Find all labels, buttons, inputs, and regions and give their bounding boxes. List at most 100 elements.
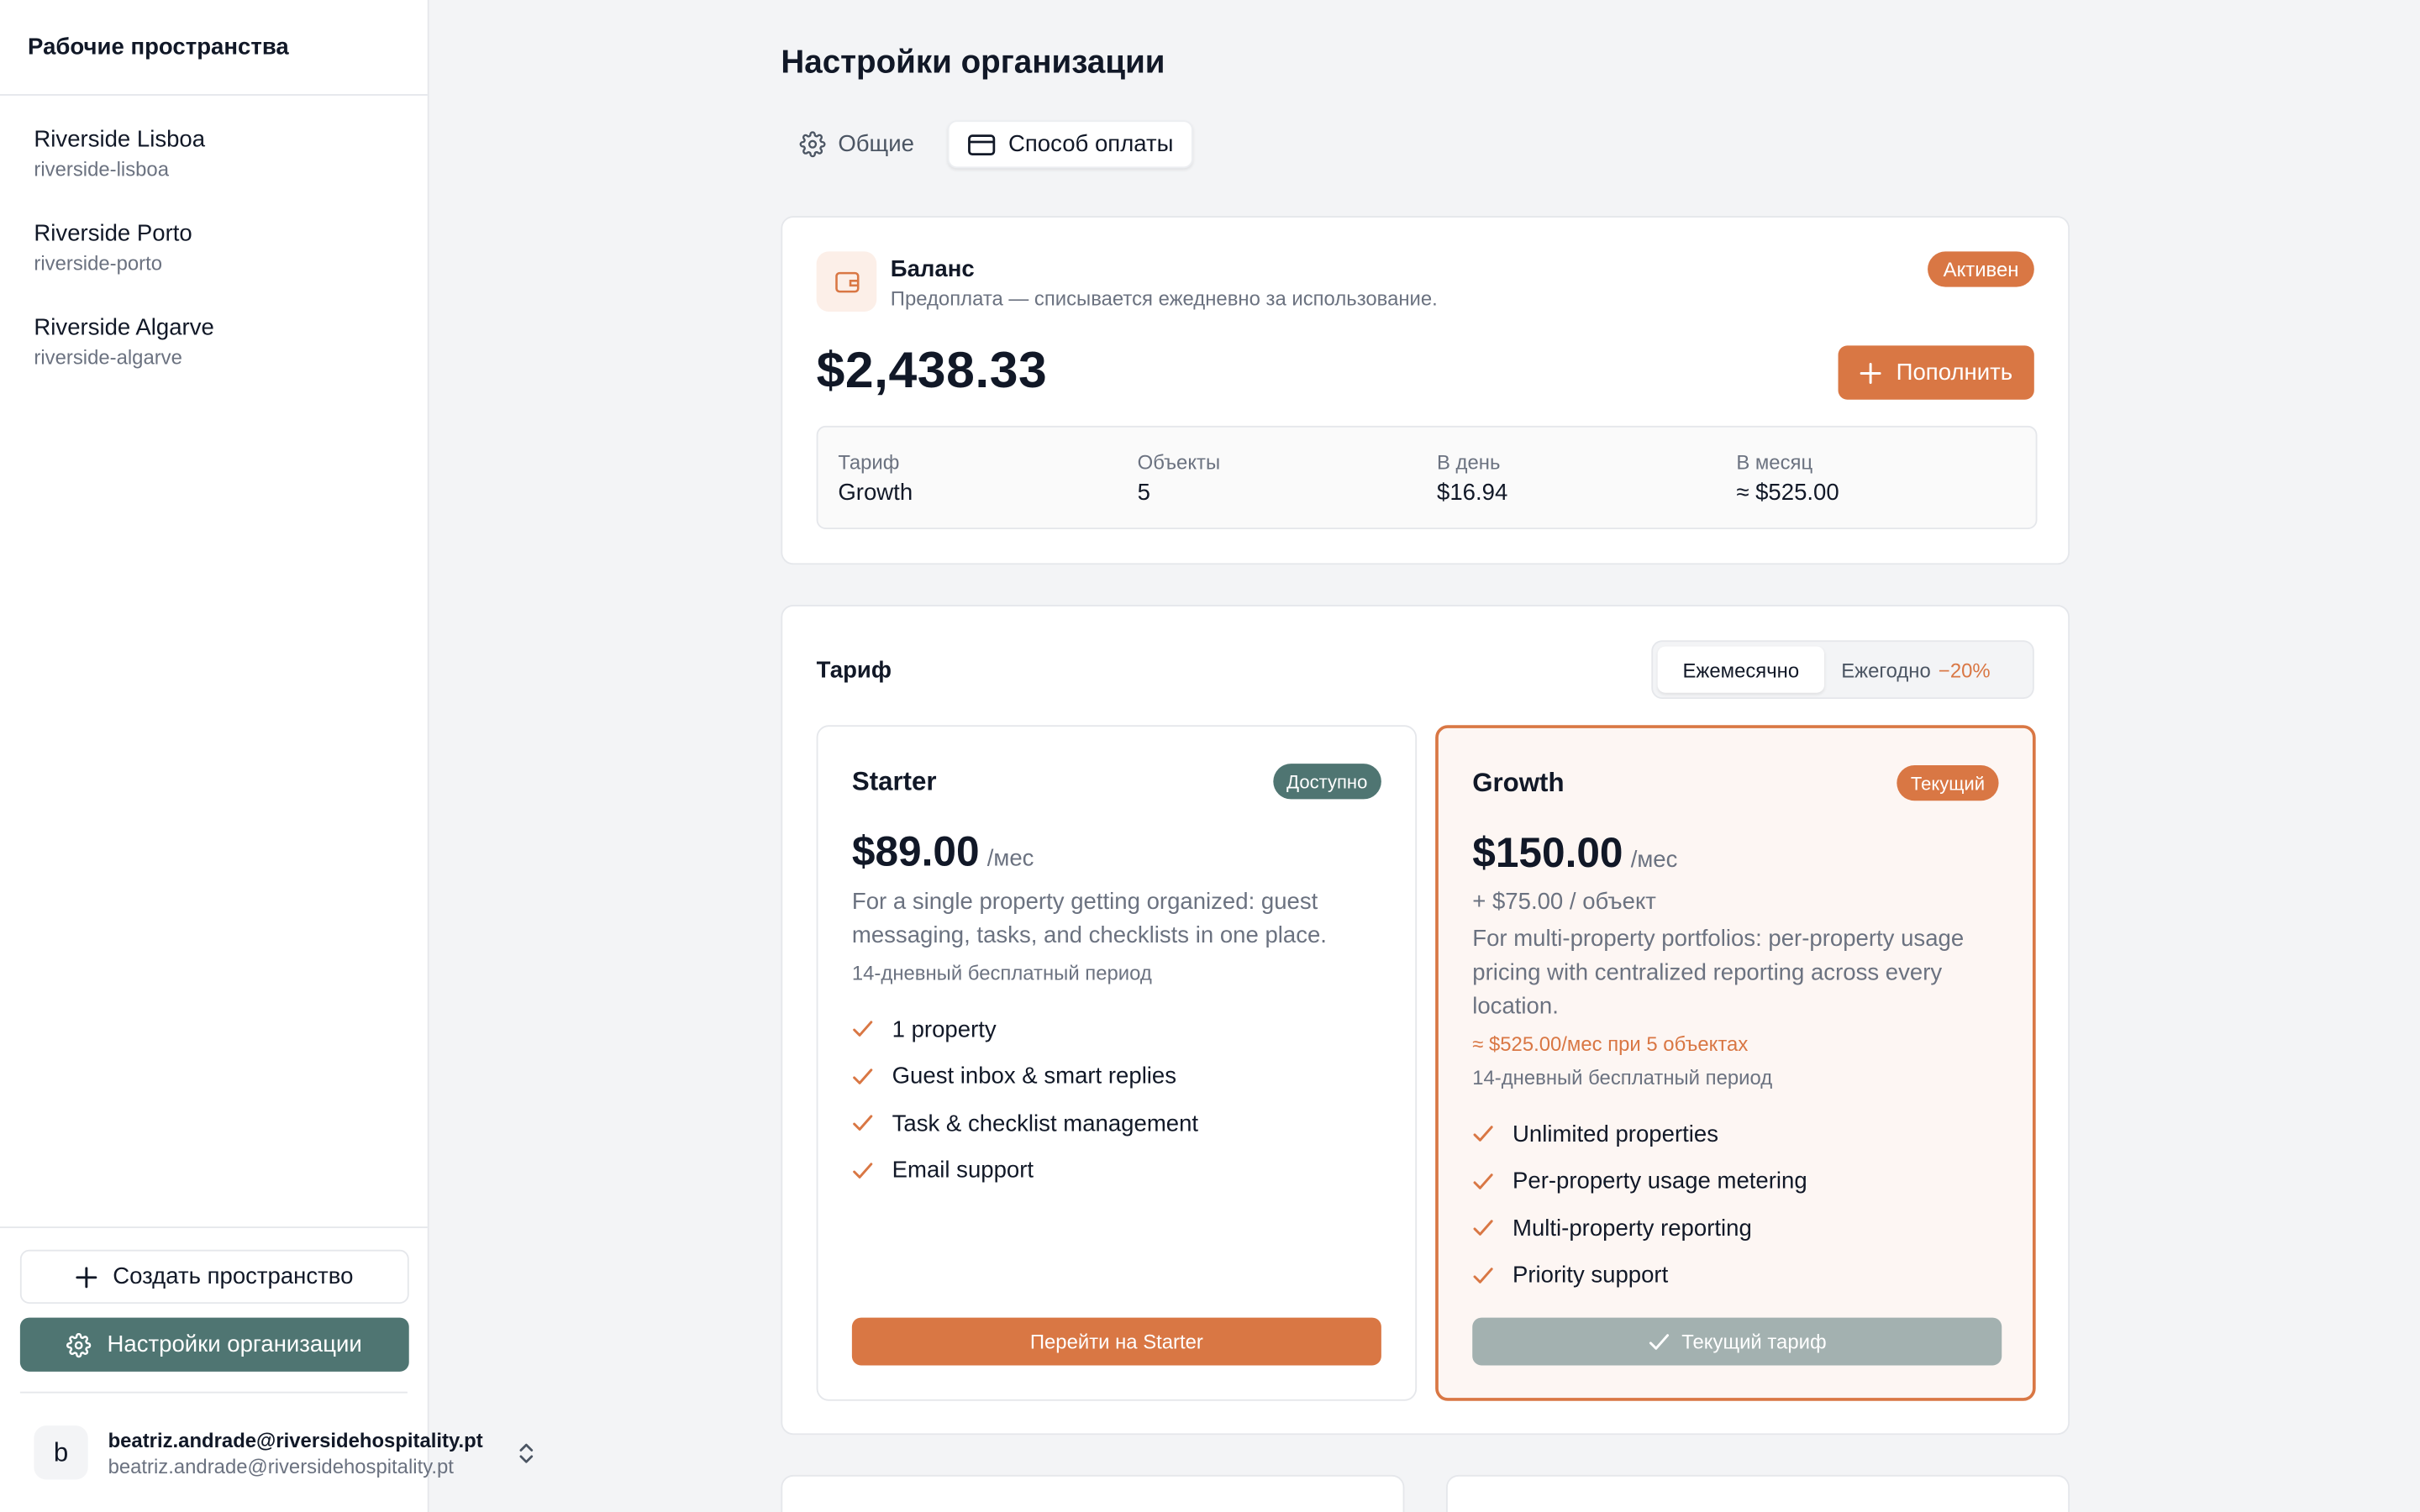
sidebar-footer: Создать пространство Настройки организац… <box>0 1226 483 1480</box>
stat-value: 5 <box>1137 480 1150 507</box>
feature-label: Unlimited properties <box>1512 1121 1718 1148</box>
plan-section-title: Тариф <box>816 657 892 684</box>
sidebar-title: Рабочие пространства <box>0 0 428 96</box>
check-icon <box>1473 1173 1493 1189</box>
feature-label: Multi-property reporting <box>1512 1215 1752 1242</box>
stat-label: Объекты <box>1137 450 1221 474</box>
workspace-item-lisboa[interactable]: Riverside Lisboa riverside-lisboa <box>34 127 205 181</box>
avatar: b <box>34 1425 88 1480</box>
card-stub-left <box>781 1474 1405 1512</box>
card-stub-right <box>1446 1474 2070 1512</box>
price-period: /мес <box>1630 847 1678 874</box>
balance-card: Баланс Предоплата — списывается ежедневн… <box>781 216 2070 565</box>
gear-icon <box>66 1332 92 1357</box>
feature-item: Task & checklist management <box>852 1100 1198 1147</box>
check-icon <box>853 1021 873 1037</box>
balance-title: Баланс <box>890 255 975 283</box>
feature-label: Email support <box>892 1158 1034 1184</box>
feature-item: Email support <box>852 1147 1198 1194</box>
chevron-up-down-icon[interactable] <box>517 1441 535 1466</box>
tab-payment-method[interactable]: Способ оплаты <box>948 120 1194 169</box>
feature-list: Unlimited properties Per-property usage … <box>1472 1110 1807 1299</box>
tier-trial: 14-дневный бесплатный период <box>1472 1066 1773 1089</box>
wallet-icon-container <box>816 251 877 312</box>
divider <box>19 1391 408 1394</box>
discount-badge: −20% <box>1938 658 1991 681</box>
check-icon <box>853 1115 873 1131</box>
gear-icon <box>799 131 826 158</box>
stat-per-month: В месяц ≈ $525.00 <box>1736 450 1839 506</box>
plan-card: Тариф Ежемесячно Ежегодно −20% Starter До… <box>781 604 2070 1436</box>
stat-label: В день <box>1436 450 1501 474</box>
user-email: beatriz.andrade@riversidehospitality.pt <box>108 1427 483 1452</box>
billing-yearly-label: Ежегодно <box>1841 658 1931 681</box>
settings-tabs: Общие Способ оплаты <box>781 120 1194 169</box>
plan-tier-starter: Starter Доступно $89.00 /мес For a singl… <box>816 725 1418 1401</box>
feature-label: 1 property <box>892 1016 997 1043</box>
stat-plan: Тариф Growth <box>838 450 913 506</box>
top-up-label: Пополнить <box>1896 359 2013 386</box>
create-workspace-label: Создать пространство <box>113 1263 354 1290</box>
price-value: $89.00 <box>851 828 980 875</box>
check-icon <box>1649 1333 1669 1349</box>
workspace-name: Riverside Algarve <box>34 314 214 341</box>
billing-yearly-option[interactable]: Ежегодно −20% <box>1841 647 1990 693</box>
feature-label: Per-property usage metering <box>1512 1168 1807 1195</box>
plus-icon <box>76 1266 97 1288</box>
feature-item: Guest inbox & smart replies <box>852 1053 1198 1100</box>
billing-period-toggle: Ежемесячно Ежегодно −20% <box>1651 640 2034 700</box>
tier-name: Growth <box>1472 768 1565 798</box>
workspace-slug: riverside-lisboa <box>34 157 169 181</box>
switch-to-starter-button[interactable]: Перейти на Starter <box>851 1317 1381 1366</box>
wallet-icon <box>834 270 859 292</box>
user-menu[interactable]: b beatriz.andrade@riversidehospitality.p… <box>34 1425 483 1480</box>
feature-list: 1 property Guest inbox & smart replies T… <box>852 1006 1198 1194</box>
feature-label: Guest inbox & smart replies <box>892 1063 1177 1090</box>
check-icon <box>853 1068 873 1084</box>
feature-item: Priority support <box>1472 1252 1807 1299</box>
tier-description: For multi-property portfolios: per-prope… <box>1472 926 1965 1021</box>
tier-extra-price: + $75.00 / объект <box>1472 888 1656 916</box>
top-up-button[interactable]: Пополнить <box>1837 345 2034 400</box>
org-settings-button[interactable]: Настройки организации <box>19 1317 409 1372</box>
tier-price: $150.00 /мес <box>1472 830 1677 878</box>
stat-value: Growth <box>838 480 913 507</box>
tab-label: Общие <box>838 131 914 158</box>
page-title: Настройки организации <box>781 45 1165 81</box>
check-icon <box>853 1162 873 1179</box>
check-icon <box>1473 1220 1493 1236</box>
tier-price: $89.00 /мес <box>852 828 1034 876</box>
workspace-item-porto[interactable]: Riverside Porto riverside-porto <box>34 221 192 275</box>
tab-general[interactable]: Общие <box>781 120 933 168</box>
feature-item: Multi-property reporting <box>1472 1205 1807 1252</box>
create-workspace-button[interactable]: Создать пространство <box>19 1249 409 1305</box>
tier-description: For a single property getting organized:… <box>851 888 1327 949</box>
tier-name: Starter <box>851 766 937 796</box>
balance-stats: Тариф Growth Объекты 5 В день $16.94 В м… <box>816 425 2038 529</box>
tier-status-badge: Доступно <box>1272 764 1381 800</box>
workspace-name: Riverside Porto <box>34 220 192 247</box>
workspace-slug: riverside-porto <box>34 251 163 275</box>
billing-monthly-option[interactable]: Ежемесячно <box>1657 646 1825 693</box>
stat-per-day: В день $16.94 <box>1437 450 1507 506</box>
org-settings-label: Настройки организации <box>107 1331 362 1358</box>
check-icon <box>1473 1267 1493 1284</box>
feature-item: Per-property usage metering <box>1472 1158 1807 1205</box>
price-value: $150.00 <box>1472 830 1623 877</box>
user-email-secondary: beatriz.andrade@riversidehospitality.pt <box>108 1454 454 1478</box>
price-period: /мес <box>986 845 1034 872</box>
status-badge: Активен <box>1928 251 2034 287</box>
feature-item: Unlimited properties <box>1472 1110 1807 1158</box>
stat-properties: Объекты 5 <box>1138 450 1220 506</box>
workspace-name: Riverside Lisboa <box>34 126 206 153</box>
balance-amount: $2,438.33 <box>816 340 1048 398</box>
stat-label: В месяц <box>1736 450 1813 474</box>
workspace-item-algarve[interactable]: Riverside Algarve riverside-algarve <box>34 315 213 369</box>
tier-estimate: ≈ $525.00/мес при 5 объектах <box>1472 1032 1749 1056</box>
current-plan-button: Текущий тариф <box>1472 1317 2002 1366</box>
stat-value: $16.94 <box>1436 480 1508 507</box>
plus-icon <box>1859 362 1881 384</box>
credit-card-icon <box>968 134 996 155</box>
feature-item: 1 property <box>852 1006 1198 1053</box>
feature-label: Priority support <box>1512 1262 1669 1289</box>
